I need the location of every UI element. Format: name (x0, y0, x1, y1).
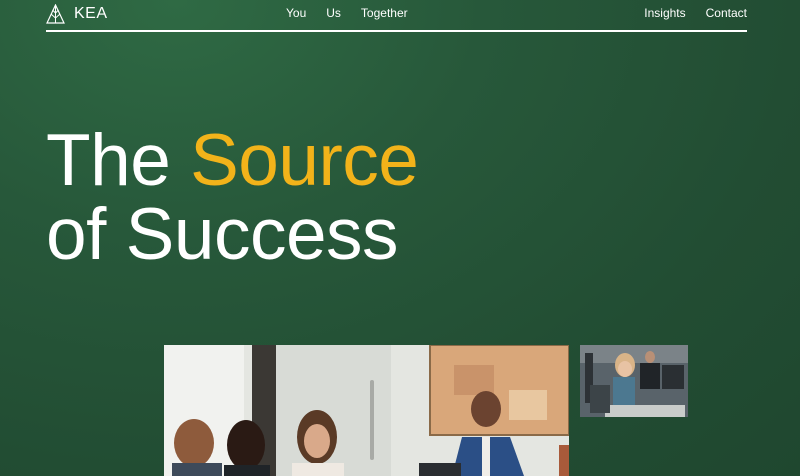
team-meeting-photo (164, 345, 569, 476)
hero-line-1: The Source (46, 124, 419, 198)
hero-heading: The Source of Success (46, 124, 419, 275)
header-divider (46, 30, 747, 32)
nav-link-you[interactable]: You (286, 6, 306, 20)
hero-line-2: of Success (46, 194, 399, 275)
brand-logo[interactable]: KEA (46, 4, 108, 24)
header: KEA You Us Together Insights Contact (46, 0, 747, 32)
office-workers-photo (580, 345, 688, 417)
nav-link-insights[interactable]: Insights (644, 6, 685, 20)
brand-name: KEA (74, 5, 108, 22)
hero-word-prefix: The (46, 120, 171, 201)
secondary-nav: Insights Contact (644, 6, 747, 20)
kea-tree-logo-icon (46, 4, 65, 24)
nav-link-us[interactable]: Us (326, 6, 341, 20)
nav-link-together[interactable]: Together (361, 6, 408, 20)
hero-word-accent: Source (190, 120, 419, 201)
nav-link-contact[interactable]: Contact (706, 6, 747, 20)
main-nav: You Us Together (286, 6, 408, 20)
